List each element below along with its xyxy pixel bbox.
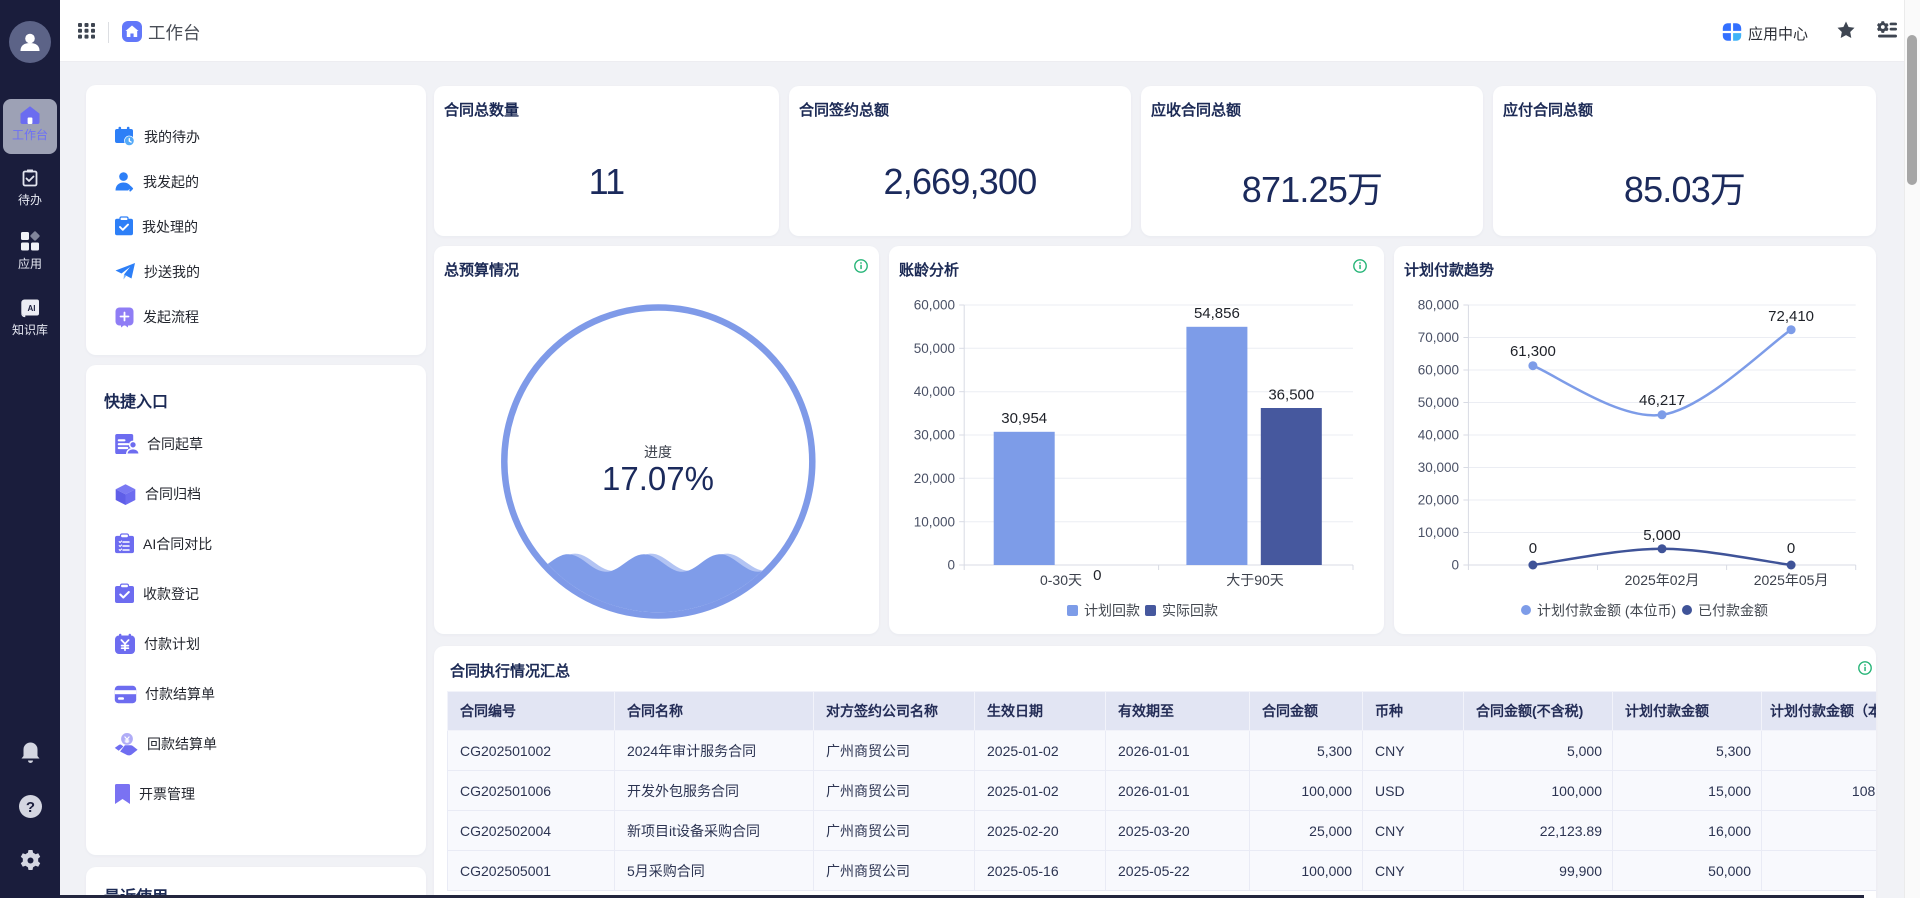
svg-text:5,000: 5,000: [1643, 527, 1681, 544]
svg-text:70,000: 70,000: [1418, 330, 1459, 345]
svg-text:0: 0: [1451, 558, 1459, 573]
svg-text:2025年02月: 2025年02月: [1625, 572, 1700, 588]
svg-text:?: ?: [25, 799, 34, 816]
svg-text:30,000: 30,000: [1418, 460, 1459, 475]
svg-text:46,217: 46,217: [1639, 392, 1685, 409]
svg-text:80,000: 80,000: [1418, 298, 1459, 313]
svg-text:进度: 进度: [644, 444, 672, 460]
svg-text:30,954: 30,954: [1001, 410, 1047, 427]
svg-text:54,856: 54,856: [1194, 305, 1240, 322]
svg-text:实际回款: 实际回款: [1162, 603, 1218, 619]
svg-text:0-30天: 0-30天: [1040, 572, 1082, 588]
svg-text:20,000: 20,000: [914, 471, 955, 486]
svg-text:30,000: 30,000: [914, 428, 955, 443]
svg-text:2025年05月: 2025年05月: [1754, 572, 1829, 588]
svg-text:0: 0: [947, 558, 955, 573]
svg-text:0: 0: [1787, 540, 1795, 557]
svg-text:0: 0: [1093, 567, 1101, 584]
svg-text:计划回款: 计划回款: [1084, 603, 1140, 619]
svg-text:50,000: 50,000: [914, 341, 955, 356]
svg-text:计划付款金额 (本位币): 计划付款金额 (本位币): [1537, 603, 1676, 619]
svg-text:36,500: 36,500: [1268, 387, 1314, 404]
svg-text:60,000: 60,000: [914, 298, 955, 313]
svg-text:50,000: 50,000: [1418, 395, 1459, 410]
svg-text:60,000: 60,000: [1418, 363, 1459, 378]
svg-text:AI: AI: [27, 304, 35, 313]
svg-text:72,410: 72,410: [1768, 308, 1814, 325]
svg-text:10,000: 10,000: [914, 515, 955, 530]
svg-text:40,000: 40,000: [914, 384, 955, 399]
svg-text:20,000: 20,000: [1418, 493, 1459, 508]
svg-text:已付款金额: 已付款金额: [1698, 603, 1768, 619]
svg-text:61,300: 61,300: [1510, 343, 1556, 360]
svg-text:17.07%: 17.07%: [602, 460, 714, 497]
svg-text:0: 0: [1529, 540, 1537, 557]
svg-text:10,000: 10,000: [1418, 525, 1459, 540]
svg-text:40,000: 40,000: [1418, 428, 1459, 443]
svg-text:大于90天: 大于90天: [1226, 572, 1284, 588]
